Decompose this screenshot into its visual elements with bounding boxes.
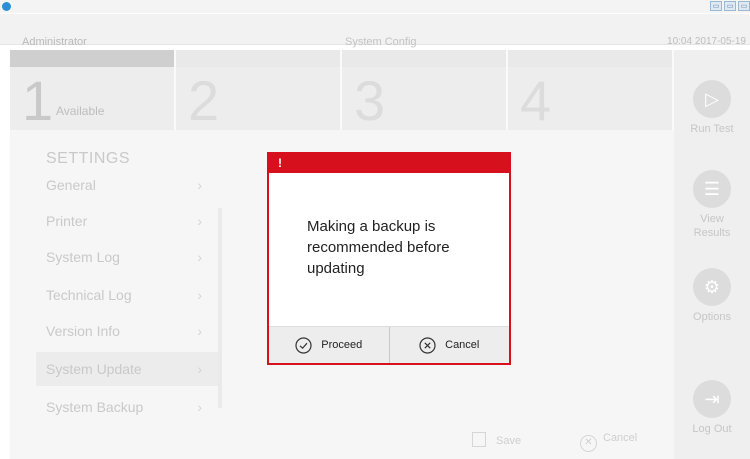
step-progress-bar — [10, 50, 174, 67]
settings-heading: SETTINGS — [46, 150, 131, 167]
chevron-right-icon: › — [197, 361, 202, 377]
content-footer: Save ✕ Cancel — [10, 432, 674, 459]
menu-item-general[interactable]: General › — [36, 168, 222, 202]
step-progress-bar — [342, 50, 506, 67]
close-circle-icon — [419, 336, 436, 354]
chevron-right-icon: › — [197, 399, 202, 415]
step-number: 2 — [188, 69, 220, 132]
save-button[interactable]: Save — [472, 432, 521, 447]
step-number: 3 — [354, 69, 386, 132]
chevron-right-icon: › — [197, 323, 202, 339]
menu-scrollbar[interactable] — [218, 208, 222, 408]
save-label: Save — [496, 435, 522, 447]
settings-menu: SETTINGS General › Printer › System Log … — [10, 130, 222, 430]
options-button[interactable]: ⚙ Options — [674, 268, 750, 324]
view-results-button[interactable]: ☰ View Results — [674, 170, 750, 240]
step-progress-bar — [176, 50, 340, 67]
gear-icon: ⚙ — [693, 268, 731, 306]
log-out-label: Log Out — [692, 423, 732, 435]
menu-item-label: System Backup — [46, 399, 144, 415]
date-time: 10:04 2017-05-19 — [667, 36, 746, 47]
logout-icon: ⇥ — [693, 380, 731, 418]
chevron-right-icon: › — [197, 177, 202, 193]
options-label: Options — [693, 311, 731, 323]
dialog-message: Making a backup is recommended before up… — [307, 218, 450, 277]
menu-item-system-update[interactable]: System Update › — [36, 352, 222, 386]
app-window: ▭ ▭ ▭ Administrator System Config 10:04 … — [0, 0, 750, 459]
close-circle-icon: ✕ — [580, 435, 597, 452]
dialog-header: ! — [269, 154, 509, 173]
menu-item-system-log[interactable]: System Log › — [36, 240, 222, 274]
step-tab-4[interactable]: 4 — [508, 50, 674, 130]
step-label: Available — [56, 104, 105, 118]
chevron-right-icon: › — [197, 287, 202, 303]
list-icon: ☰ — [693, 170, 731, 208]
run-test-label: Run Test — [690, 123, 734, 135]
section-title: System Config — [345, 36, 417, 48]
window-controls: ▭ ▭ ▭ — [710, 1, 750, 11]
menu-item-technical-log[interactable]: Technical Log › — [36, 278, 222, 312]
menu-item-system-backup[interactable]: System Backup › — [36, 390, 222, 424]
proceed-button[interactable]: Proceed — [269, 327, 389, 363]
step-tab-1[interactable]: 1 Available — [10, 50, 176, 130]
menu-item-label: Printer — [46, 213, 88, 229]
view-results-label: View Results — [693, 213, 731, 239]
step-tab-3[interactable]: 3 — [342, 50, 508, 130]
step-progress-bar — [508, 50, 672, 67]
save-icon — [472, 432, 486, 447]
step-tabs: 1 Available 2 3 4 — [10, 50, 674, 130]
log-out-button[interactable]: ⇥ Log Out — [674, 380, 750, 436]
dialog-buttons: Proceed Cancel — [269, 326, 509, 363]
dialog-cancel-label: Cancel — [445, 339, 480, 351]
app-logo-icon — [2, 2, 11, 11]
warning-icon: ! — [278, 156, 282, 170]
step-number: 1 — [22, 69, 54, 132]
info-bar: Administrator System Config 10:04 2017-0… — [0, 14, 750, 48]
menu-item-label: System Update — [46, 361, 142, 377]
chevron-right-icon: › — [197, 213, 202, 229]
maximize-button[interactable]: ▭ — [724, 1, 736, 11]
step-number: 4 — [520, 69, 552, 132]
close-button[interactable]: ▭ — [738, 1, 750, 11]
step-tab-2[interactable]: 2 — [176, 50, 342, 130]
play-icon: ▷ — [693, 80, 731, 118]
menu-item-version-info[interactable]: Version Info › — [36, 314, 222, 348]
minimize-button[interactable]: ▭ — [710, 1, 722, 11]
run-test-button[interactable]: ▷ Run Test — [674, 80, 750, 136]
check-circle-icon — [295, 336, 312, 354]
user-name: Administrator — [22, 36, 87, 48]
menu-item-label: Technical Log — [46, 287, 132, 303]
footer-cancel-button[interactable]: ✕ Cancel — [580, 432, 637, 452]
dialog-cancel-button[interactable]: Cancel — [388, 327, 510, 363]
proceed-label: Proceed — [321, 339, 363, 351]
cancel-label: Cancel — [603, 432, 638, 444]
chevron-right-icon: › — [197, 249, 202, 265]
action-rail: ▷ Run Test ☰ View Results ⚙ Options ⇥ Lo… — [674, 50, 750, 459]
menu-item-label: General — [46, 177, 96, 193]
title-bar: ▭ ▭ ▭ — [0, 0, 750, 13]
menu-item-label: Version Info — [46, 323, 120, 339]
menu-item-printer[interactable]: Printer › — [36, 204, 222, 238]
menu-item-label: System Log — [46, 249, 120, 265]
backup-warning-dialog: ! Making a backup is recommended before … — [267, 152, 511, 365]
